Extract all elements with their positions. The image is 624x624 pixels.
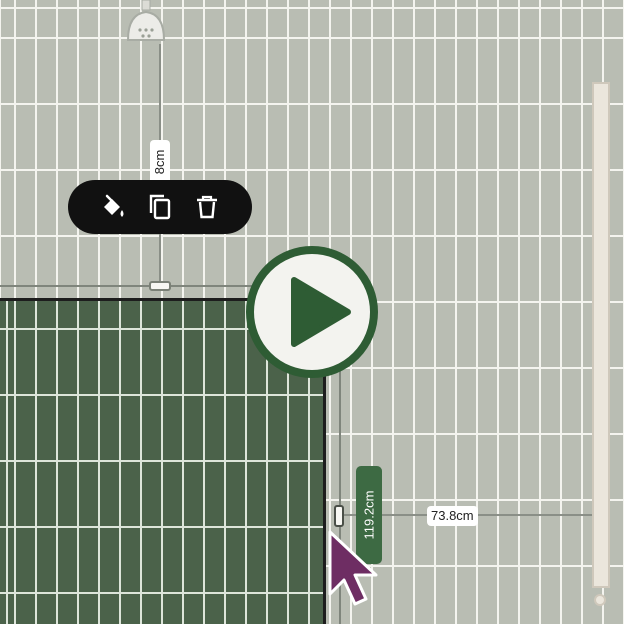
floating-toolbar [68, 180, 252, 234]
trash-icon [196, 195, 217, 219]
shower-rail [592, 82, 610, 588]
top-resize-handle[interactable] [149, 281, 171, 291]
design-canvas[interactable]: 8cm 119.2cm 73.8cm [0, 0, 624, 624]
paint-bucket-icon [104, 194, 124, 217]
mouse-cursor-icon [328, 530, 378, 606]
shower-head-icon [126, 0, 166, 41]
copy-icon [149, 194, 171, 220]
fill-button[interactable] [96, 190, 130, 224]
side-distance-label: 73.8cm [427, 506, 478, 526]
rail-bracket [594, 594, 606, 606]
top-distance-label: 8cm [150, 140, 170, 184]
duplicate-button[interactable] [143, 190, 177, 224]
delete-button[interactable] [190, 190, 224, 224]
play-button[interactable] [244, 244, 380, 380]
right-resize-handle[interactable] [334, 505, 344, 527]
